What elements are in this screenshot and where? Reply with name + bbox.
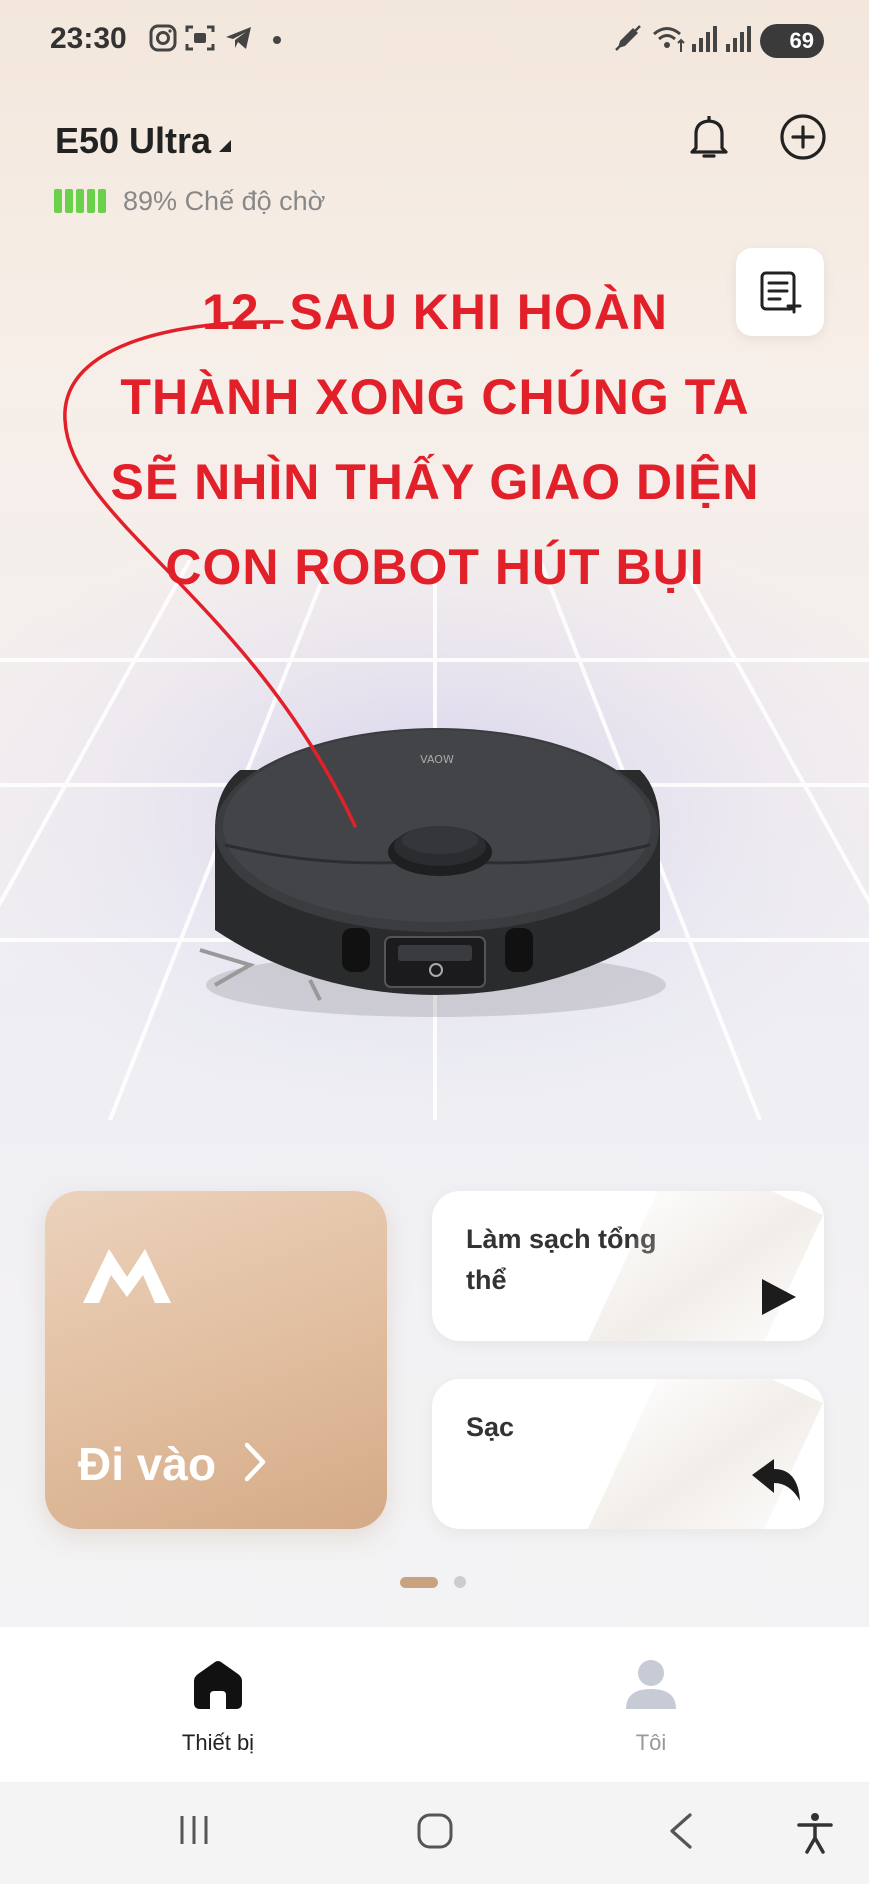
annotation-arrow (63, 320, 357, 828)
chevron-right-icon (244, 1442, 266, 1482)
nav-item-me[interactable]: Tôi (551, 1627, 751, 1782)
accessibility-icon[interactable] (796, 1812, 834, 1854)
system-nav-bar (0, 1782, 869, 1884)
return-dock-icon[interactable] (750, 1457, 804, 1505)
play-icon[interactable] (758, 1275, 800, 1319)
clean-all-card[interactable]: Làm sạch tổng thể (432, 1191, 824, 1341)
brand-m-logo (83, 1249, 171, 1303)
user-icon (626, 1660, 676, 1709)
page-dot[interactable] (454, 1576, 466, 1588)
charge-label: Sạc (466, 1412, 515, 1442)
recent-apps-icon[interactable] (176, 1812, 212, 1848)
nav-item-devices[interactable]: Thiết bị (118, 1627, 318, 1782)
bottom-nav: Thiết bị Tôi (0, 1627, 869, 1782)
back-icon[interactable] (666, 1812, 696, 1850)
charge-card[interactable]: Sạc (432, 1379, 824, 1529)
home-icon (194, 1661, 242, 1709)
nav-label-devices: Thiết bị (181, 1730, 255, 1755)
enter-map-card[interactable]: Đi vào (45, 1191, 387, 1529)
home-button-icon[interactable] (416, 1812, 454, 1850)
page-indicator (400, 1576, 466, 1588)
page-dot-active (400, 1576, 438, 1588)
clean-all-label: Làm sạch tổng thể (466, 1224, 657, 1295)
enter-label: Đi vào (78, 1438, 217, 1490)
app-screen: 23:30 69 E50 Ultra 89% Chế độ chờ VAOW 1… (0, 0, 869, 1884)
nav-label-me: Tôi (635, 1730, 667, 1755)
